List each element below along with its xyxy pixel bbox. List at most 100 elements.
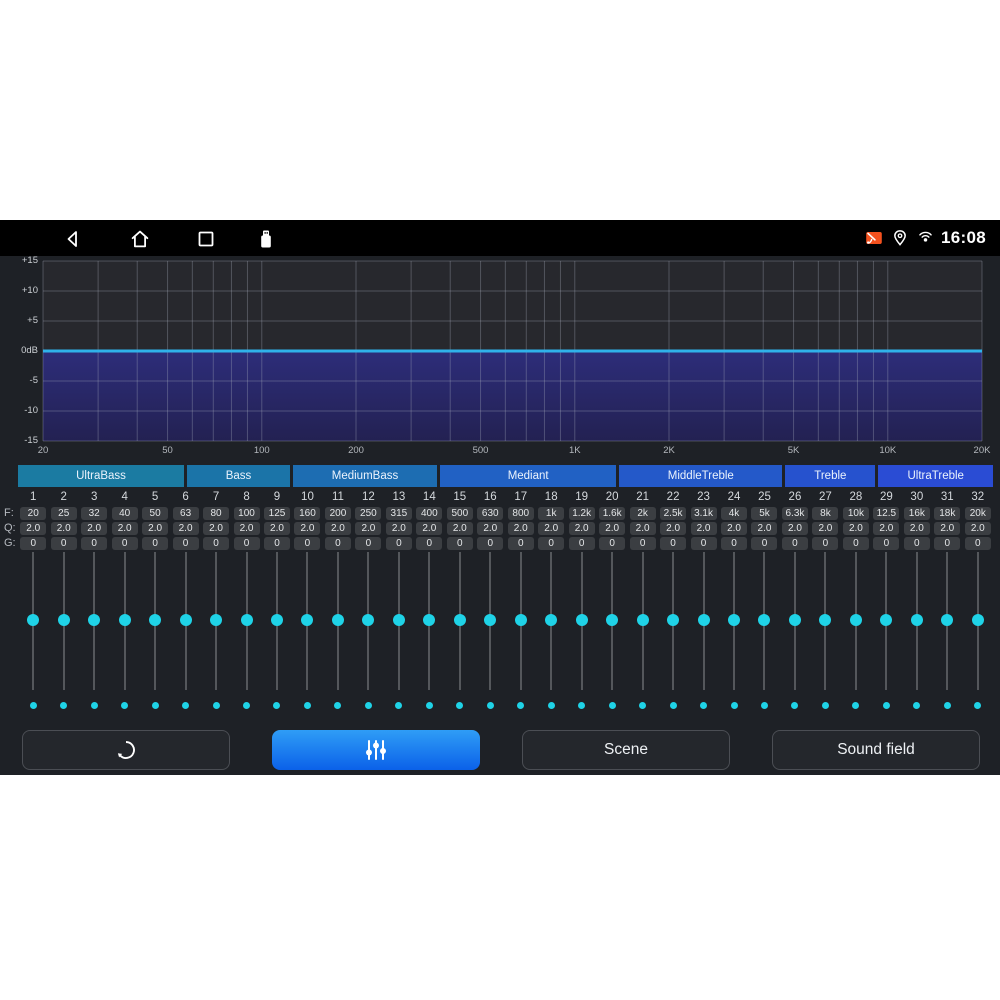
f-value-chip[interactable]: 800 bbox=[508, 507, 534, 520]
g-value-chip[interactable]: 0 bbox=[325, 537, 351, 550]
equalizer-button[interactable] bbox=[272, 730, 480, 770]
g-value-chip[interactable]: 0 bbox=[51, 537, 77, 550]
g-value-chip[interactable]: 0 bbox=[508, 537, 534, 550]
slider-knob[interactable] bbox=[271, 614, 283, 626]
g-value-chip[interactable]: 0 bbox=[142, 537, 168, 550]
g-value-chip[interactable]: 0 bbox=[386, 537, 412, 550]
scene-button[interactable]: Scene bbox=[522, 730, 730, 770]
f-value-chip[interactable]: 10k bbox=[843, 507, 869, 520]
f-value-chip[interactable]: 80 bbox=[203, 507, 229, 520]
slider-knob[interactable] bbox=[698, 614, 710, 626]
q-value-chip[interactable]: 2.0 bbox=[173, 522, 199, 535]
slider-knob[interactable] bbox=[667, 614, 679, 626]
slider-knob[interactable] bbox=[758, 614, 770, 626]
q-value-chip[interactable]: 2.0 bbox=[325, 522, 351, 535]
g-value-chip[interactable]: 0 bbox=[812, 537, 838, 550]
f-value-chip[interactable]: 25 bbox=[51, 507, 77, 520]
recents-icon[interactable] bbox=[194, 227, 218, 251]
f-value-chip[interactable]: 630 bbox=[477, 507, 503, 520]
q-value-chip[interactable]: 2.0 bbox=[81, 522, 107, 535]
q-value-chip[interactable]: 2.0 bbox=[599, 522, 625, 535]
slider-knob[interactable] bbox=[637, 614, 649, 626]
f-value-chip[interactable]: 1.6k bbox=[599, 507, 625, 520]
g-value-chip[interactable]: 0 bbox=[630, 537, 656, 550]
slider-knob[interactable] bbox=[27, 614, 39, 626]
f-value-chip[interactable]: 50 bbox=[142, 507, 168, 520]
f-value-chip[interactable]: 63 bbox=[173, 507, 199, 520]
g-value-chip[interactable]: 0 bbox=[416, 537, 442, 550]
f-value-chip[interactable]: 160 bbox=[294, 507, 320, 520]
g-value-chip[interactable]: 0 bbox=[112, 537, 138, 550]
f-value-chip[interactable]: 8k bbox=[812, 507, 838, 520]
q-value-chip[interactable]: 2.0 bbox=[569, 522, 595, 535]
slider-knob[interactable] bbox=[393, 614, 405, 626]
q-value-chip[interactable]: 2.0 bbox=[691, 522, 717, 535]
q-value-chip[interactable]: 2.0 bbox=[294, 522, 320, 535]
q-value-chip[interactable]: 2.0 bbox=[203, 522, 229, 535]
g-value-chip[interactable]: 0 bbox=[873, 537, 899, 550]
q-value-chip[interactable]: 2.0 bbox=[812, 522, 838, 535]
slider-knob[interactable] bbox=[972, 614, 984, 626]
g-value-chip[interactable]: 0 bbox=[782, 537, 808, 550]
g-value-chip[interactable]: 0 bbox=[234, 537, 260, 550]
slider-knob[interactable] bbox=[119, 614, 131, 626]
f-value-chip[interactable]: 16k bbox=[904, 507, 930, 520]
slider-knob[interactable] bbox=[850, 614, 862, 626]
q-value-chip[interactable]: 2.0 bbox=[112, 522, 138, 535]
slider-knob[interactable] bbox=[58, 614, 70, 626]
q-value-chip[interactable]: 2.0 bbox=[508, 522, 534, 535]
g-value-chip[interactable]: 0 bbox=[264, 537, 290, 550]
f-value-chip[interactable]: 18k bbox=[934, 507, 960, 520]
f-value-chip[interactable]: 125 bbox=[264, 507, 290, 520]
slider-knob[interactable] bbox=[241, 614, 253, 626]
q-value-chip[interactable]: 2.0 bbox=[355, 522, 381, 535]
q-value-chip[interactable]: 2.0 bbox=[904, 522, 930, 535]
q-value-chip[interactable]: 2.0 bbox=[934, 522, 960, 535]
f-value-chip[interactable]: 400 bbox=[416, 507, 442, 520]
g-value-chip[interactable]: 0 bbox=[20, 537, 46, 550]
slider-knob[interactable] bbox=[880, 614, 892, 626]
g-value-chip[interactable]: 0 bbox=[355, 537, 381, 550]
slider-knob[interactable] bbox=[576, 614, 588, 626]
slider-knob[interactable] bbox=[210, 614, 222, 626]
f-value-chip[interactable]: 200 bbox=[325, 507, 351, 520]
q-value-chip[interactable]: 2.0 bbox=[751, 522, 777, 535]
f-value-chip[interactable]: 5k bbox=[751, 507, 777, 520]
g-value-chip[interactable]: 0 bbox=[751, 537, 777, 550]
sound-field-button[interactable]: Sound field bbox=[772, 730, 980, 770]
slider-knob[interactable] bbox=[180, 614, 192, 626]
q-value-chip[interactable]: 2.0 bbox=[721, 522, 747, 535]
g-value-chip[interactable]: 0 bbox=[691, 537, 717, 550]
q-value-chip[interactable]: 2.0 bbox=[20, 522, 46, 535]
q-value-chip[interactable]: 2.0 bbox=[782, 522, 808, 535]
g-value-chip[interactable]: 0 bbox=[447, 537, 473, 550]
slider-knob[interactable] bbox=[606, 614, 618, 626]
g-value-chip[interactable]: 0 bbox=[477, 537, 503, 550]
f-value-chip[interactable]: 6.3k bbox=[782, 507, 808, 520]
slider-knob[interactable] bbox=[332, 614, 344, 626]
q-value-chip[interactable]: 2.0 bbox=[660, 522, 686, 535]
q-value-chip[interactable]: 2.0 bbox=[630, 522, 656, 535]
slider-knob[interactable] bbox=[362, 614, 374, 626]
q-value-chip[interactable]: 2.0 bbox=[386, 522, 412, 535]
slider-knob[interactable] bbox=[515, 614, 527, 626]
g-value-chip[interactable]: 0 bbox=[599, 537, 625, 550]
f-value-chip[interactable]: 20 bbox=[20, 507, 46, 520]
f-value-chip[interactable]: 250 bbox=[355, 507, 381, 520]
f-value-chip[interactable]: 2.5k bbox=[660, 507, 686, 520]
g-value-chip[interactable]: 0 bbox=[934, 537, 960, 550]
slider-knob[interactable] bbox=[545, 614, 557, 626]
q-value-chip[interactable]: 2.0 bbox=[843, 522, 869, 535]
f-value-chip[interactable]: 500 bbox=[447, 507, 473, 520]
reset-button[interactable] bbox=[22, 730, 230, 770]
q-value-chip[interactable]: 2.0 bbox=[142, 522, 168, 535]
back-icon[interactable] bbox=[61, 227, 85, 251]
q-value-chip[interactable]: 2.0 bbox=[51, 522, 77, 535]
slider-knob[interactable] bbox=[728, 614, 740, 626]
f-value-chip[interactable]: 3.1k bbox=[691, 507, 717, 520]
slider-knob[interactable] bbox=[149, 614, 161, 626]
g-value-chip[interactable]: 0 bbox=[843, 537, 869, 550]
slider-knob[interactable] bbox=[819, 614, 831, 626]
g-value-chip[interactable]: 0 bbox=[173, 537, 199, 550]
g-value-chip[interactable]: 0 bbox=[569, 537, 595, 550]
